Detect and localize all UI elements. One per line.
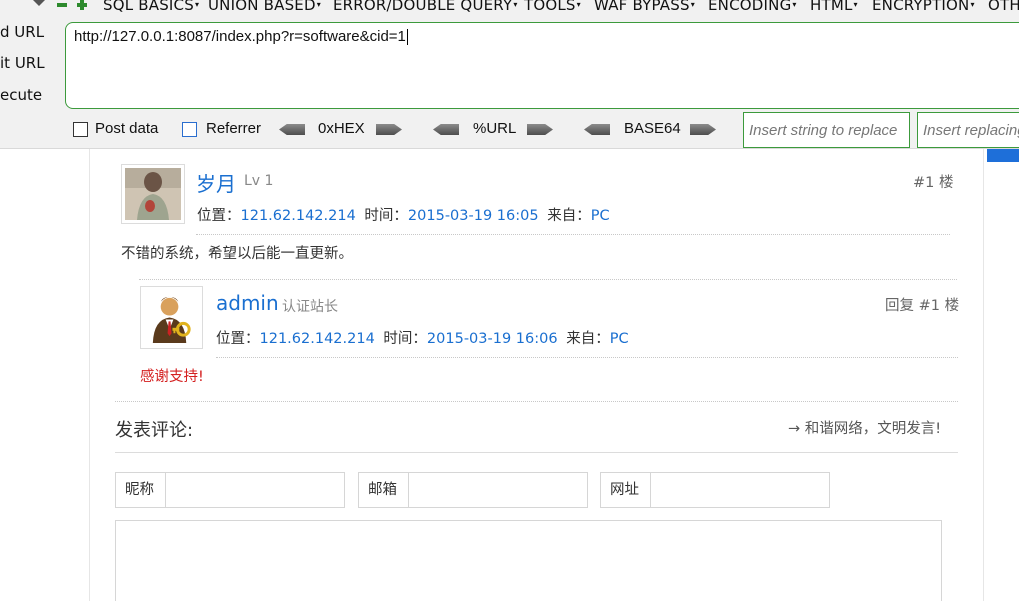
menu-encoding[interactable]: ENCODING▾ <box>708 0 797 14</box>
load-url-button[interactable]: d URL <box>0 23 44 41</box>
minus-icon[interactable] <box>57 3 67 7</box>
menu-sql-basics[interactable]: SQL BASICS▾ <box>103 0 199 14</box>
menu-encryption[interactable]: ENCRYPTION▾ <box>872 0 975 14</box>
commenter-name[interactable]: 岁月 <box>196 168 236 197</box>
comment-text: 不错的系统，希望以后能一直更新。 <box>121 246 353 262</box>
website-field[interactable]: 网址 <box>600 472 830 508</box>
right-divider <box>983 149 984 601</box>
reply-author-role: 认证站长 <box>282 299 338 315</box>
url-decode-arrow-icon[interactable] <box>433 124 459 135</box>
post-data-checkbox[interactable] <box>73 122 88 137</box>
post-data-label[interactable]: Post data <box>95 120 158 137</box>
reply-time: 2015-03-19 16:06 <box>426 331 558 347</box>
location-label: 位置： <box>216 331 260 347</box>
commenter-level: Lv 1 <box>244 173 274 189</box>
location-label: 位置： <box>197 208 241 224</box>
comment-time: 2015-03-19 16:05 <box>407 208 539 224</box>
divider <box>139 279 957 280</box>
reply-meta: 位置：121.62.142.214 时间：2015-03-19 16:06 来自… <box>216 327 629 348</box>
left-divider <box>89 149 90 601</box>
email-input[interactable] <box>410 473 585 507</box>
replace-string-field[interactable] <box>743 112 910 148</box>
reply-floor: 回复 #1 楼 <box>885 298 960 314</box>
url-value: http://127.0.0.1:8087/index.php?r=softwa… <box>74 28 406 45</box>
referrer-checkbox[interactable] <box>182 122 197 137</box>
admin-avatar <box>140 286 203 349</box>
menu-error-double-query[interactable]: ERROR/DOUBLE QUERY▾ <box>333 0 518 14</box>
url-encode-arrow-icon[interactable] <box>527 124 553 135</box>
comment-textarea[interactable] <box>115 520 942 601</box>
user-photo-icon <box>125 168 181 220</box>
comment-ip: 121.62.142.214 <box>240 208 356 224</box>
replacing-string-input[interactable] <box>918 113 1019 147</box>
menu-waf-bypass[interactable]: WAF BYPASS▾ <box>594 0 695 14</box>
comment-form-hint: → 和谐网络，文明发言! <box>788 421 942 437</box>
hex-decode-arrow-icon[interactable] <box>279 124 305 135</box>
page-content: 岁月 Lv 1 #1 楼 位置：121.62.142.214 时间：2015-0… <box>0 149 1019 601</box>
hackbar-menubar: SQL BASICS▾ UNION BASED▾ ERROR/DOUBLE QU… <box>0 0 1019 14</box>
comment-from: PC <box>590 208 610 224</box>
email-field[interactable]: 邮箱 <box>358 472 588 508</box>
reply-author-name[interactable]: admin <box>216 291 279 315</box>
email-label: 邮箱 <box>359 473 409 507</box>
divider <box>196 234 950 235</box>
base64-decode-arrow-icon[interactable] <box>584 124 610 135</box>
comment-form-title: 发表评论: <box>115 420 194 441</box>
comment-floor: #1 楼 <box>913 175 954 191</box>
website-label: 网址 <box>601 473 651 507</box>
hex-encode-arrow-icon[interactable] <box>376 124 402 135</box>
menu-union-based[interactable]: UNION BASED▾ <box>208 0 321 14</box>
divider <box>115 452 958 453</box>
nickname-input[interactable] <box>167 473 342 507</box>
execute-button[interactable]: ecute <box>0 86 42 104</box>
menu-other[interactable]: OTH <box>988 0 1019 14</box>
comment-meta: 位置：121.62.142.214 时间：2015-03-19 16:05 来自… <box>197 204 610 225</box>
split-url-button[interactable]: it URL <box>0 54 45 72</box>
reply-text: 感谢支持! <box>140 369 204 385</box>
commenter-avatar <box>121 164 185 224</box>
divider <box>216 357 958 358</box>
plus-icon-vertical <box>80 0 84 10</box>
replace-string-input[interactable] <box>744 113 909 147</box>
base64-encode-arrow-icon[interactable] <box>690 124 716 135</box>
from-label: 来自： <box>566 331 610 347</box>
hex-label: 0xHEX <box>318 120 365 137</box>
replacing-string-field[interactable] <box>917 112 1019 148</box>
url-encode-label: %URL <box>473 120 517 137</box>
reply-ip: 121.62.142.214 <box>259 331 375 347</box>
nickname-label: 昵称 <box>116 473 166 507</box>
time-label: 时间： <box>364 208 408 224</box>
website-input[interactable] <box>652 473 827 507</box>
menu-tools[interactable]: TOOLS▾ <box>524 0 581 14</box>
hackbar-toolbar: SQL BASICS▾ UNION BASED▾ ERROR/DOUBLE QU… <box>0 0 1019 149</box>
side-tab[interactable] <box>987 149 1019 162</box>
dropdown-arrow-icon[interactable] <box>33 0 45 6</box>
text-cursor <box>406 29 408 46</box>
nickname-field[interactable]: 昵称 <box>115 472 345 508</box>
menu-html[interactable]: HTML▾ <box>810 0 858 14</box>
time-label: 时间： <box>383 331 427 347</box>
referrer-label[interactable]: Referrer <box>206 120 261 137</box>
url-textarea[interactable]: http://127.0.0.1:8087/index.php?r=softwa… <box>65 22 1019 109</box>
from-label: 来自： <box>547 208 591 224</box>
base64-label: BASE64 <box>624 120 681 137</box>
reply-from: PC <box>609 331 629 347</box>
divider <box>115 401 958 402</box>
admin-user-key-icon <box>152 296 191 344</box>
